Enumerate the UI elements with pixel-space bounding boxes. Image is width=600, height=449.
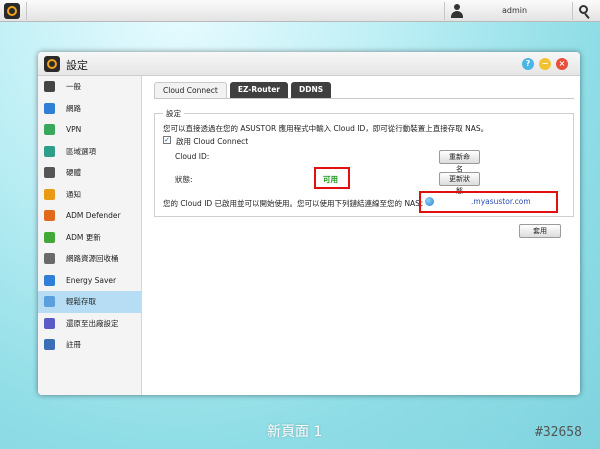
cloud-id-label: Cloud ID:: [175, 152, 210, 161]
sidebar-item[interactable]: 一般: [38, 76, 141, 98]
watermark-text: #32658: [535, 425, 582, 440]
sidebar-item-label: ADM Defender: [66, 211, 121, 221]
sidebar-item-label: 網路: [66, 103, 81, 113]
sidebar-item[interactable]: 輕鬆存取: [38, 291, 141, 313]
nas-domain-link[interactable]: .myasustor.com: [471, 197, 531, 206]
taskbar-divider: [26, 2, 27, 20]
sidebar-item-label: ADM 更新: [66, 232, 101, 242]
sidebar-item[interactable]: VPN: [38, 119, 141, 141]
refresh-status-button[interactable]: 更新狀態: [439, 172, 480, 195]
settings-window: 設定 ? − × 一般網路 VPN 區域選項硬體通知 ADM Defender ADM …: [38, 52, 580, 395]
settings-fieldset: 設定 您可以直接透過在您的 ASUSTOR 應用程式中輸入 Cloud ID，即…: [154, 108, 574, 217]
general-icon: [44, 81, 55, 93]
settings-sidebar: 一般網路 VPN 區域選項硬體通知 ADM Defender ADM 更新網路資源回收桶…: [38, 76, 142, 395]
notification-icon: [44, 188, 55, 200]
tab-ez-router[interactable]: EZ-Router: [229, 82, 289, 98]
desktop-page-label: 新頁面 1: [267, 424, 323, 440]
sidebar-item[interactable]: 網路: [38, 98, 141, 120]
sidebar-item-label: 還原至出廠設定: [66, 318, 119, 328]
sidebar-item[interactable]: 註冊: [38, 334, 141, 356]
sidebar-item-label: 一般: [66, 82, 81, 92]
description-text: 您可以直接透過在您的 ASUSTOR 應用程式中輸入 Cloud ID，即可從行…: [163, 124, 489, 133]
sidebar-item[interactable]: Energy Saver: [38, 270, 141, 292]
settings-gear-icon: [44, 56, 60, 72]
sidebar-item[interactable]: 區域選項: [38, 141, 141, 163]
taskbar-divider: [444, 2, 445, 20]
hardware-icon: [44, 167, 55, 179]
defender-icon: [44, 210, 55, 222]
sidebar-item-label: 註冊: [66, 340, 81, 350]
sidebar-item[interactable]: ADM 更新: [38, 227, 141, 249]
fieldset-legend: 設定: [163, 108, 184, 119]
close-button[interactable]: ×: [556, 58, 568, 70]
update-icon: [44, 231, 55, 243]
sidebar-item[interactable]: 硬體: [38, 162, 141, 184]
sidebar-item-label: Energy Saver: [66, 275, 117, 285]
sidebar-item-label: 輕鬆存取: [66, 297, 96, 307]
sidebar-item[interactable]: ADM Defender: [38, 205, 141, 227]
tab-bar: Cloud Connect EZ-Router DDNS: [154, 82, 334, 98]
tab-cloud-connect[interactable]: Cloud Connect: [154, 82, 227, 98]
regional-icon: [44, 145, 55, 157]
globe-icon: [425, 197, 434, 206]
help-button[interactable]: ?: [522, 58, 534, 70]
sidebar-item[interactable]: 通知: [38, 184, 141, 206]
taskbar-divider: [572, 2, 573, 20]
register-icon: [44, 339, 55, 351]
status-highlight: 可用: [314, 167, 350, 189]
status-value: 可用: [323, 175, 338, 184]
sidebar-item-label: 通知: [66, 189, 81, 199]
taskbar: admin: [0, 0, 600, 22]
settings-content: Cloud Connect EZ-Router DDNS 設定 您可以直接透過在…: [142, 76, 580, 395]
tab-ddns[interactable]: DDNS: [291, 82, 332, 98]
user-icon[interactable]: [451, 4, 463, 18]
sidebar-item[interactable]: 還原至出廠設定: [38, 313, 141, 335]
cloud-icon: [44, 296, 55, 308]
sidebar-item[interactable]: 網路資源回收桶: [38, 248, 141, 270]
recycle-bin-icon: [44, 253, 55, 265]
restore-icon: [44, 317, 55, 329]
sidebar-item-label: 網路資源回收桶: [66, 254, 119, 264]
username-label[interactable]: admin: [502, 6, 527, 15]
settings-app-icon[interactable]: [4, 3, 20, 19]
nas-link-highlight: .myasustor.com: [419, 191, 558, 213]
vpn-icon: [44, 124, 55, 136]
sidebar-item-label: VPN: [66, 125, 82, 135]
sidebar-item-label: 硬體: [66, 168, 81, 178]
apply-button[interactable]: 套用: [519, 224, 561, 238]
enable-cloud-connect-label[interactable]: 啟用 Cloud Connect: [176, 136, 248, 147]
access-info-text: 您的 Cloud ID 已啟用並可以開始使用。您可以使用下列鏈結連線至您的 NA…: [163, 199, 428, 208]
window-titlebar[interactable]: 設定 ? − ×: [38, 52, 580, 76]
window-title: 設定: [66, 59, 88, 72]
search-icon[interactable]: [579, 5, 591, 19]
enable-cloud-connect-checkbox[interactable]: ✓: [163, 136, 171, 144]
energy-icon: [44, 274, 55, 286]
status-label: 狀態:: [175, 175, 193, 184]
network-icon: [44, 102, 55, 114]
rename-button[interactable]: 重新命名: [439, 150, 480, 173]
minimize-button[interactable]: −: [539, 58, 551, 70]
sidebar-item-label: 區域選項: [66, 146, 96, 156]
tab-divider: [154, 98, 574, 99]
